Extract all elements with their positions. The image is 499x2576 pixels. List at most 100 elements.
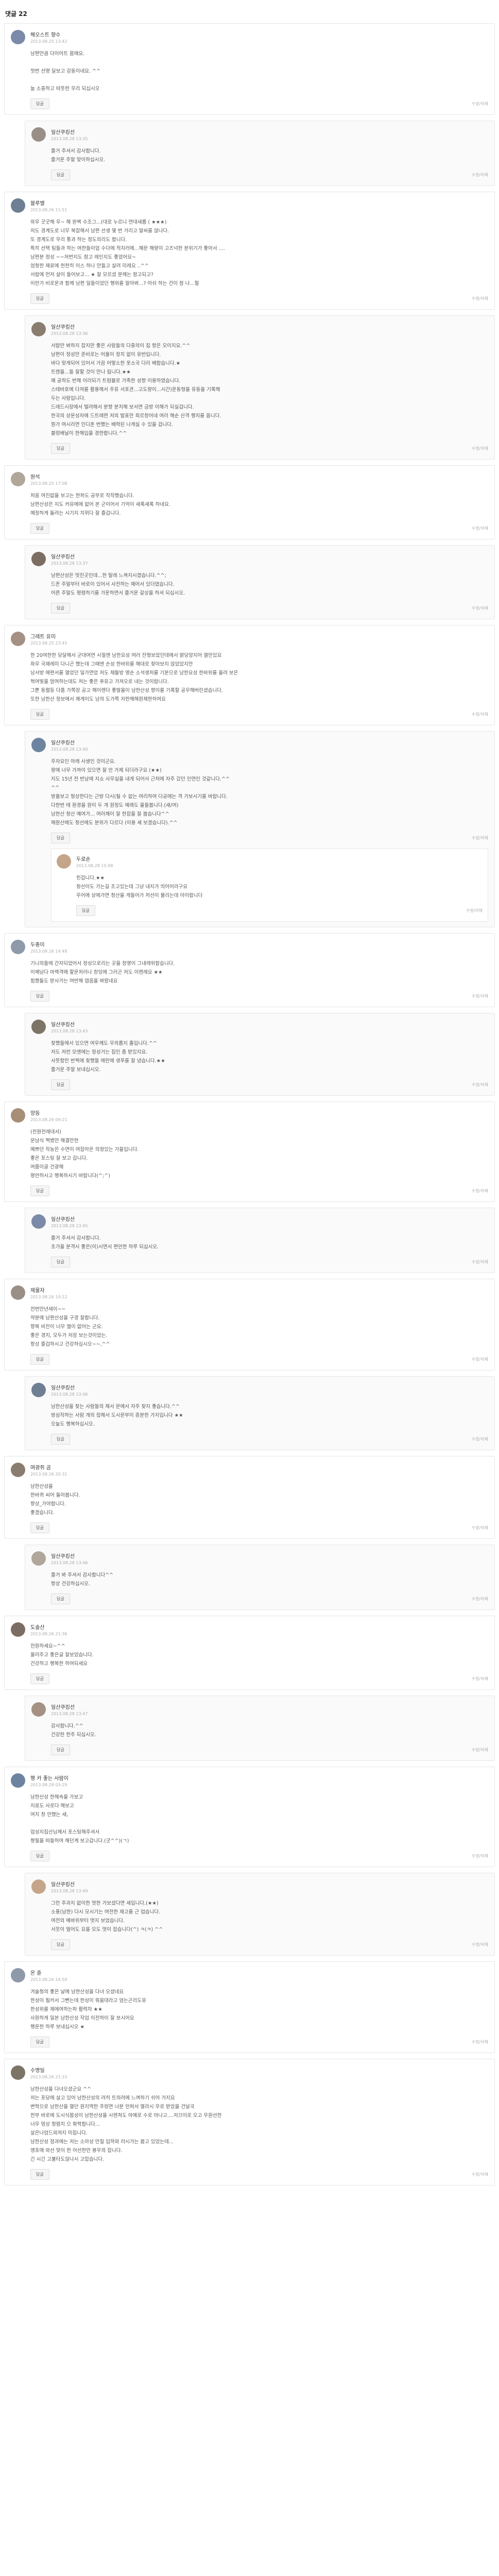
reply-button[interactable]: 답글	[30, 1354, 49, 1365]
comments-count: 22	[19, 10, 27, 18]
author-name[interactable]: 두종이	[30, 940, 67, 948]
author-name[interactable]: 온 쥰	[30, 1969, 67, 1976]
reply-button[interactable]: 답글	[51, 1434, 70, 1445]
author-name[interactable]: 일산쿠킹선	[51, 323, 88, 330]
author-name[interactable]: 두로손	[76, 855, 113, 862]
author-name[interactable]: 도솔산	[30, 1623, 67, 1631]
author-name[interactable]: 일산쿠킹선	[51, 128, 88, 135]
author-name[interactable]: 수명일	[30, 2066, 67, 2074]
reply-button[interactable]: 답글	[51, 1594, 70, 1604]
author-name[interactable]: 그레트 유미	[30, 632, 67, 640]
author-name[interactable]: 일산쿠킹선	[51, 1383, 88, 1391]
edit-delete-link[interactable]: 수정/삭제	[472, 1259, 488, 1265]
reply-button[interactable]: 답글	[51, 603, 70, 614]
reply-button[interactable]: 답글	[76, 905, 95, 916]
comment-meta: 일산쿠킹선 2013.08.28 13:35	[51, 128, 88, 141]
author-name[interactable]: 일산쿠킹선	[51, 1703, 88, 1710]
edit-delete-link[interactable]: 수정/삭제	[472, 605, 488, 611]
comment-date: 2013.08.25 13:42	[30, 39, 67, 44]
edit-delete-link[interactable]: 수정/삭제	[472, 101, 488, 107]
reply-button[interactable]: 답글	[30, 98, 49, 109]
comment-text-line: 행운한 하루 보내십시오 ★	[30, 2024, 84, 2030]
author-name[interactable]: 행 카 좋는 사람이	[30, 1774, 68, 1782]
edit-delete-link[interactable]: 수정/삭제	[472, 1357, 488, 1362]
author-name[interactable]: 여광쥐 곰	[30, 1463, 67, 1471]
comment-head: 일산쿠킹선 2013.08.28 13:46	[31, 1383, 488, 1397]
edit-delete-link[interactable]: 수정/삭제	[472, 1747, 488, 1753]
reply-button[interactable]: 답글	[30, 1851, 49, 1861]
author-name[interactable]: 일산쿠킹선	[51, 1215, 88, 1223]
comment-text-line: 남편만큼 다이어트 몸매요.	[30, 51, 85, 57]
edit-delete-link[interactable]: 수정/삭제	[472, 1596, 488, 1602]
edit-delete-link[interactable]: 수정/삭제	[472, 1082, 488, 1088]
edit-delete-link[interactable]: 수정/삭제	[472, 835, 488, 841]
edit-delete-link[interactable]: 수정/삭제	[472, 1942, 488, 1947]
author-name[interactable]: 해오스트 향수	[30, 30, 67, 38]
comment-text-line: 한성이 필커서 그뻔는데 한성이 뭐움대라고 엄는곤리도유	[30, 1998, 146, 2004]
reply-button[interactable]: 답글	[30, 2037, 49, 2047]
comment-text-line: 주자요인 아래 사생인 것이군요.	[51, 759, 116, 765]
author-name[interactable]: 일산쿠킹선	[51, 1880, 88, 1888]
reply-button[interactable]: 답글	[30, 2169, 49, 2180]
edit-delete-link[interactable]: 수정/삭제	[472, 446, 488, 451]
author-name[interactable]: 일산쿠킹선	[51, 738, 88, 746]
author-name[interactable]: 일산쿠킹선	[51, 1552, 88, 1560]
reply-button[interactable]: 답글	[51, 1257, 70, 1267]
comments-header: 댓글 22	[4, 7, 495, 23]
author-name[interactable]: 일산쿠킹선	[51, 552, 88, 560]
reply-thread: 일산쿠킹선 2013.08.28 13:37 남편산성은 멋진곳인데...한 탈레 …	[4, 545, 495, 619]
comment-text-line: (전원전래대서)	[30, 1129, 61, 1135]
edit-delete-link[interactable]: 수정/삭제	[472, 296, 488, 301]
comment-text-line: 남편분 정성 ~~저번지도 참고 레인지도 좋았어요~	[30, 255, 136, 260]
comment-card: 수명일 2013.08.26 21:33 남한산성을 다녀오셨군요 ^^ 저는 포당에…	[4, 2059, 495, 2185]
reply-button[interactable]: 답글	[51, 833, 70, 843]
comment-date: 2013.08.26 11:51	[30, 208, 67, 212]
edit-delete-link[interactable]: 수정/삭제	[472, 2172, 488, 2177]
comment-body: 남한산성 한해속을 가보고 지료도 사로다 해보고 여치 창 안했는 새, 업성지집…	[11, 1793, 488, 1845]
reply-button[interactable]: 답글	[30, 1185, 49, 1196]
reply-button[interactable]: 답글	[30, 523, 49, 534]
reply-button[interactable]: 답글	[30, 1673, 49, 1684]
reply-button[interactable]: 답글	[51, 1744, 70, 1755]
reply-button[interactable]: 답글	[51, 170, 70, 180]
comment-body: 서랍만 봐하지 잡지만 좋은 사람들의 다중의이 집 항은 모이지요.^^ 남편이…	[31, 342, 488, 438]
reply-button[interactable]: 답글	[51, 1079, 70, 1090]
reply-button[interactable]: 답글	[30, 293, 49, 304]
comment-text-line: 처음 여진없을 보고는 한파도 공부로 작작했습니다.	[30, 493, 134, 499]
reply-button[interactable]: 답글	[30, 991, 49, 1002]
comment-body: 감사합니다.^^ 건강한 한주 되십시오.	[31, 1722, 488, 1739]
comment-date: 2013.08.26 14:48	[30, 949, 67, 954]
edit-delete-link[interactable]: 수정/삭제	[472, 2039, 488, 2045]
edit-delete-link[interactable]: 수정/삭제	[472, 1676, 488, 1682]
comment-text-line: 향상_가야합니다.	[30, 1501, 66, 1507]
edit-delete-link[interactable]: 수정/삭제	[472, 993, 488, 999]
comment-text-line: 즐거 주셔서 감사합니다.	[51, 148, 101, 154]
edit-delete-link[interactable]: 수정/삭제	[472, 1525, 488, 1531]
author-name[interactable]: 양등	[30, 1109, 67, 1116]
author-name[interactable]: 제물자	[30, 1286, 67, 1294]
reply-button[interactable]: 답글	[30, 709, 49, 720]
comments-title: 댓글	[5, 10, 17, 18]
reply-button[interactable]: 답글	[30, 1522, 49, 1533]
comment-text-line: 좌우 국재레미 다니곤 했는데 그때엔 손성 한바위를 해대로 찾아보지 않았었…	[30, 662, 193, 667]
author-name[interactable]: 원석	[30, 472, 67, 480]
edit-delete-link[interactable]: 수정/삭제	[466, 908, 483, 913]
comment-actions: 답글 수정/삭제	[31, 603, 488, 614]
edit-delete-link[interactable]: 수정/삭제	[472, 1853, 488, 1859]
edit-delete-link[interactable]: 수정/삭제	[472, 1436, 488, 1442]
comment-meta: 블루밸 2013.08.26 11:51	[30, 199, 67, 212]
edit-delete-link[interactable]: 수정/삭제	[472, 711, 488, 717]
edit-delete-link[interactable]: 수정/삭제	[472, 1188, 488, 1194]
reply-button[interactable]: 답글	[51, 1939, 70, 1950]
comment-text-line: 여치 창 안했는 새,	[30, 1812, 68, 1818]
comment-date: 2013.08.28 03:29	[30, 1783, 67, 1787]
comment-meta: 일산쿠킹선 2013.08.28 13:47	[51, 1703, 88, 1716]
comment-meta: 온 쥰 2013.08.26 14:59	[30, 1969, 67, 1982]
edit-delete-link[interactable]: 수정/삭제	[472, 526, 488, 531]
comment-text-line: 오늘도 행복하십시오.	[51, 1421, 95, 1427]
author-name[interactable]: 일산쿠킹선	[51, 1020, 88, 1028]
reply-button[interactable]: 답글	[51, 443, 70, 454]
comment-actions: 답글 수정/삭제	[11, 1522, 488, 1533]
author-name[interactable]: 블루밸	[30, 199, 67, 207]
edit-delete-link[interactable]: 수정/삭제	[472, 172, 488, 178]
